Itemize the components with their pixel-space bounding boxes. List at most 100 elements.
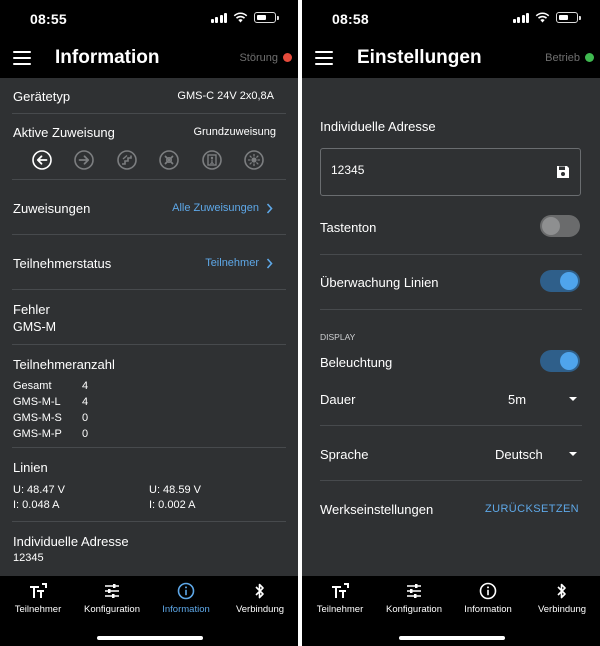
ueberwachung-toggle[interactable] (540, 270, 580, 292)
geraetetyp-value: GMS-C 24V 2x0,8A (177, 90, 274, 102)
fehler-section: Fehler GMS-M (12, 290, 286, 345)
count-value-gms-m-l: 4 (82, 396, 89, 408)
home-indicator[interactable] (97, 636, 203, 640)
home-indicator[interactable] (399, 636, 505, 640)
exit-door-circle-icon[interactable] (201, 150, 222, 170)
tab-konfiguration[interactable]: Konfiguration (377, 582, 451, 615)
tab-verbindung[interactable]: Verbindung (223, 582, 297, 615)
toggle-knob (560, 352, 578, 370)
tab-konfiguration[interactable]: Konfiguration (75, 582, 149, 615)
count-value-gms-m-s: 0 (82, 412, 89, 424)
status-icons (210, 12, 279, 23)
tab-teilnehmer[interactable]: Teilnehmer (303, 582, 377, 615)
participants-icon (332, 583, 349, 598)
app-bar: Einstellungen Betrieb (302, 38, 600, 78)
cross-circle-icon[interactable] (159, 150, 179, 170)
tab-teilnehmer[interactable]: Teilnehmer (1, 582, 75, 615)
arrow-left-circle-icon[interactable] (32, 150, 52, 170)
tab-label: Konfiguration (84, 604, 140, 615)
adresse-label: Individuelle Adresse (13, 534, 129, 549)
count-value-gesamt: 4 (82, 380, 89, 392)
tab-verbindung[interactable]: Verbindung (525, 582, 599, 615)
info-icon (177, 582, 195, 600)
fehler-label: Fehler (13, 302, 50, 317)
zuweisungen-row[interactable]: Zuweisungen Alle Zuweisungen (12, 180, 286, 235)
tastenton-toggle[interactable] (540, 215, 580, 237)
information-screen: 08:55 Information Störung Gerätetyp GMS-… (0, 0, 298, 646)
zuweisungen-label: Zuweisungen (13, 201, 91, 216)
divider (320, 425, 582, 426)
teilnehmerstatus-label: Teilnehmerstatus (13, 256, 112, 271)
aktive-zuweisung-label: Aktive Zuweisung (13, 125, 115, 140)
cellular-signal-icon (512, 12, 529, 23)
adresse-field[interactable] (320, 148, 581, 196)
status-time: 08:55 (30, 11, 67, 27)
device-status-text: Betrieb (545, 52, 580, 64)
einstellungen-screen: 08:58 Einstellungen Betrieb Individuelle… (302, 0, 600, 646)
line1-current: I: 0.048 A (13, 499, 60, 511)
ueberwachung-label: Überwachung Linien (320, 275, 439, 290)
werkseinstellungen-label: Werkseinstellungen (320, 502, 434, 517)
teilnehmer-link[interactable]: Teilnehmer (205, 257, 259, 269)
bluetooth-icon (255, 583, 264, 599)
reset-button[interactable]: ZURÜCKSETZEN (485, 503, 579, 515)
teilnehmerstatus-row[interactable]: Teilnehmerstatus Teilnehmer (12, 235, 286, 290)
tab-label: Verbindung (537, 604, 587, 615)
beleuchtung-toggle[interactable] (540, 350, 580, 372)
tab-label: Teilnehmer (316, 604, 364, 615)
stairs-circle-icon[interactable] (116, 150, 137, 170)
chevron-down-icon (569, 452, 577, 456)
adresse-label: Individuelle Adresse (320, 119, 436, 134)
sprache-value: Deutsch (495, 447, 543, 462)
alle-zuweisungen-link[interactable]: Alle Zuweisungen (172, 202, 259, 214)
tab-information[interactable]: Information (149, 582, 223, 615)
status-time: 08:58 (332, 11, 369, 27)
count-name-gesamt: Gesamt (13, 380, 52, 392)
tab-label: Teilnehmer (14, 604, 62, 615)
chevron-right-icon[interactable] (266, 203, 273, 214)
menu-icon[interactable] (13, 51, 31, 65)
sprache-label: Sprache (320, 447, 369, 462)
sprache-select[interactable]: Sprache Deutsch (302, 433, 600, 473)
geraetetyp-label: Gerätetyp (13, 89, 71, 104)
divider (320, 254, 582, 255)
linien-label: Linien (13, 460, 48, 475)
sun-circle-icon[interactable] (244, 150, 264, 170)
tab-information[interactable]: Information (451, 582, 525, 615)
bluetooth-icon (557, 583, 566, 599)
sliders-icon (407, 584, 421, 598)
tab-bar: Teilnehmer Konfiguration Information Ver… (302, 576, 600, 646)
line2-voltage: U: 48.59 V (149, 484, 201, 496)
assignment-icons (32, 150, 264, 170)
chevron-down-icon (569, 397, 577, 401)
aktive-zuweisung-row: Aktive Zuweisung Grundzuweisung (12, 114, 286, 180)
aktive-zuweisung-value: Grundzuweisung (193, 126, 276, 138)
adresse-input[interactable] (331, 163, 531, 177)
display-section-header: DISPLAY (320, 332, 356, 342)
toggle-knob (542, 217, 560, 235)
save-icon[interactable] (556, 165, 570, 179)
geraetetyp-row: Gerätetyp GMS-C 24V 2x0,8A (12, 78, 286, 114)
device-status-text: Störung (239, 52, 278, 64)
tab-label: Konfiguration (386, 604, 442, 615)
dauer-select[interactable]: Dauer 5m (302, 378, 600, 418)
tab-label: Verbindung (235, 604, 285, 615)
menu-icon[interactable] (315, 51, 333, 65)
linien-section: Linien U: 48.47 V I: 0.048 A U: 48.59 V … (12, 448, 286, 522)
tab-label: Information (464, 604, 512, 615)
status-icons (512, 12, 581, 23)
tab-bar: Teilnehmer Konfiguration Information Ver… (0, 576, 298, 646)
battery-icon (556, 12, 581, 23)
adresse-section: Individuelle Adresse 12345 (12, 522, 286, 576)
arrow-right-circle-icon[interactable] (74, 150, 95, 170)
participants-icon (30, 583, 47, 598)
count-name-gms-m-l: GMS-M-L (13, 396, 61, 408)
count-value-gms-m-p: 0 (82, 428, 89, 440)
device-status-dot (283, 53, 292, 62)
tab-label: Information (162, 604, 210, 615)
line2-current: I: 0.002 A (149, 499, 196, 511)
device-status-dot (585, 53, 594, 62)
beleuchtung-label: Beleuchtung (320, 355, 393, 370)
divider (320, 309, 582, 310)
chevron-right-icon[interactable] (266, 258, 273, 269)
